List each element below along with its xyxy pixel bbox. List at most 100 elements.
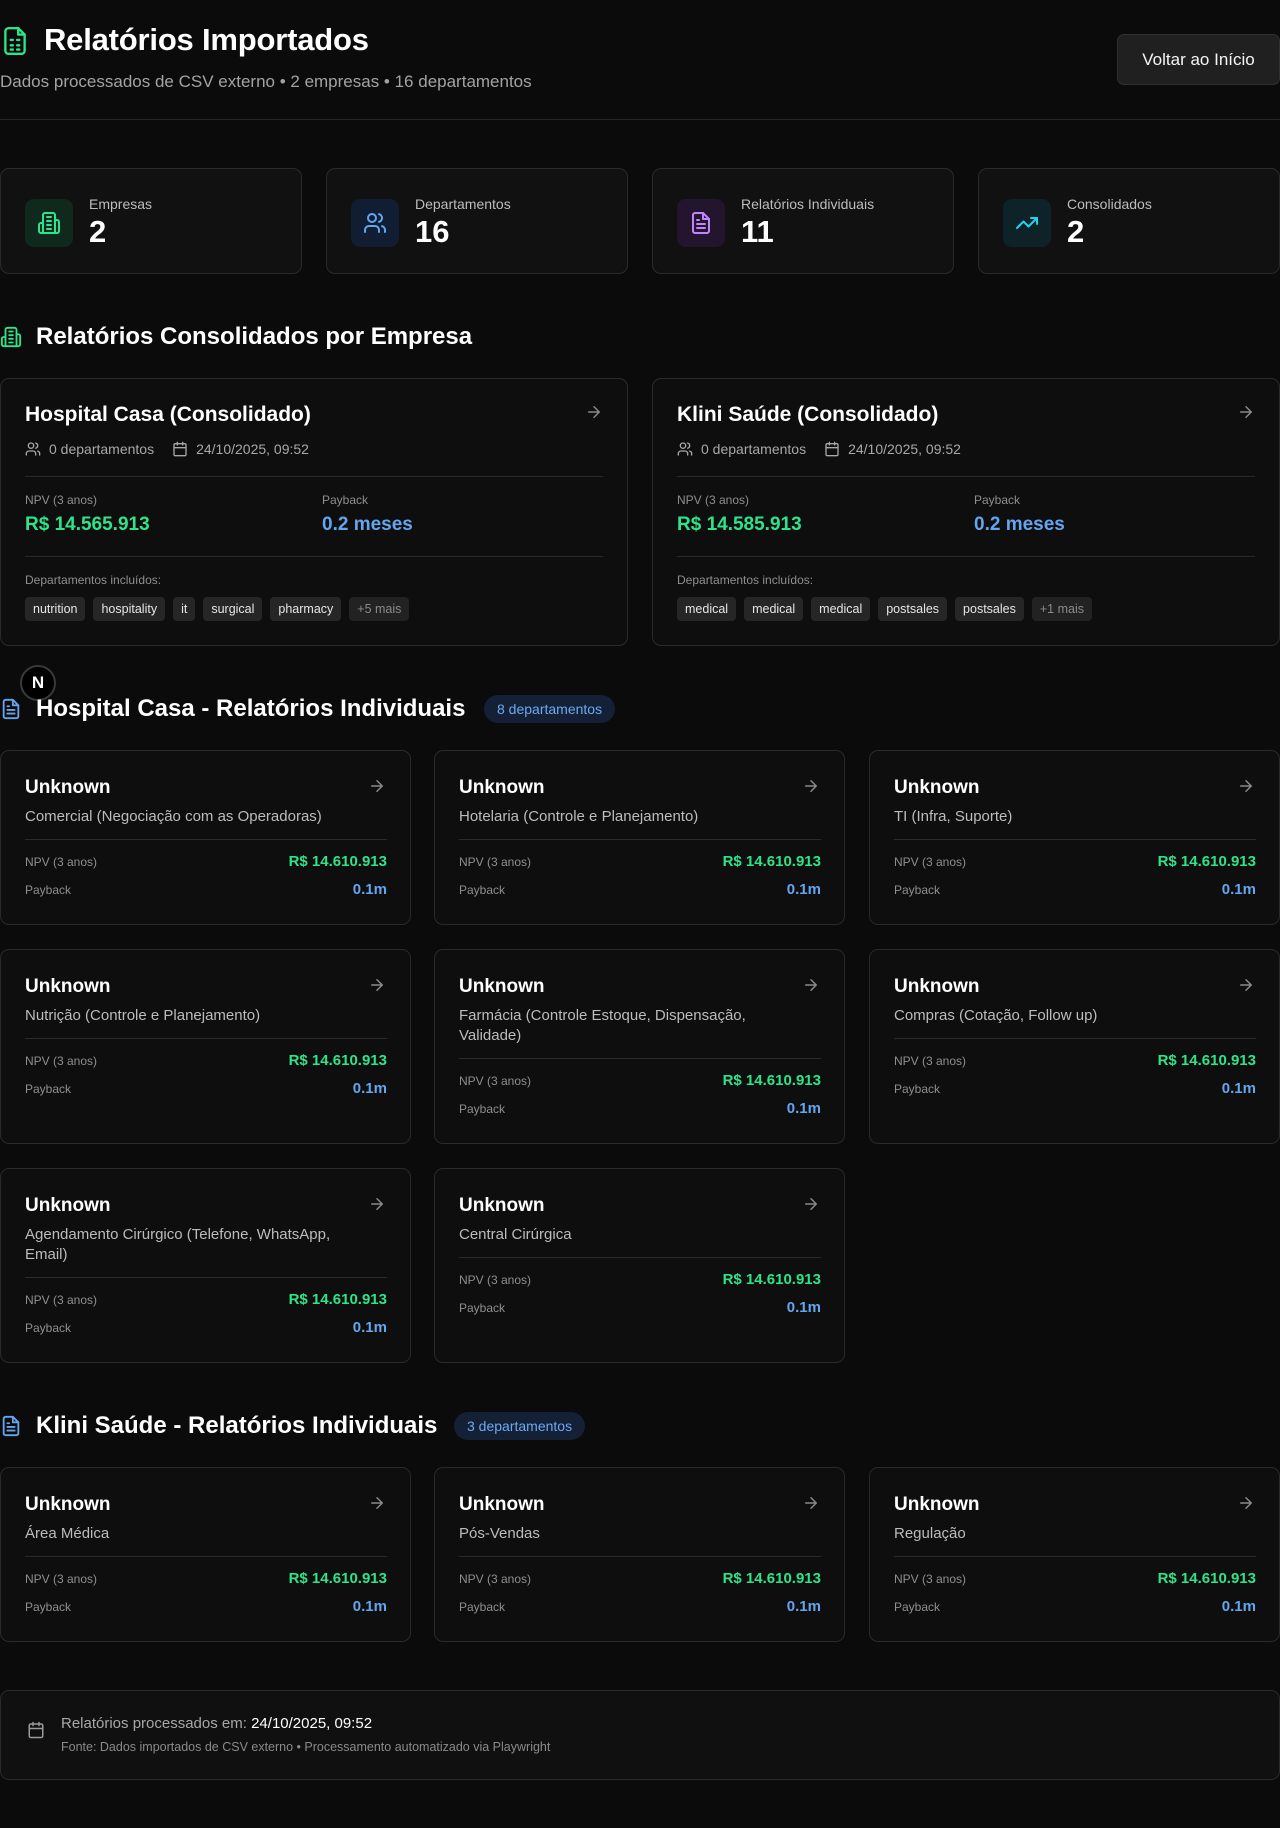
npv-value: R$ 14.610.913 bbox=[288, 1291, 387, 1308]
individual-report-card[interactable]: Unknown Agendamento Cirúrgico (Telefone, … bbox=[0, 1168, 411, 1363]
individual-report-card[interactable]: Unknown Farmácia (Controle Estoque, Dispe… bbox=[434, 949, 845, 1144]
payback-label: Payback bbox=[894, 1599, 941, 1614]
individual-report-card[interactable]: Unknown Área Médica NPV (3 anos) R$ 14.610.… bbox=[0, 1467, 411, 1642]
department-tag: it bbox=[173, 597, 196, 621]
divider bbox=[677, 556, 1255, 557]
payback-row: Payback 0.1m bbox=[25, 881, 387, 898]
department-tag: medical bbox=[744, 597, 804, 621]
department-name: Hotelaria (Controle e Planejamento) bbox=[459, 808, 699, 825]
department-count-badge: 3 departamentos bbox=[454, 1412, 586, 1440]
individual-report-card[interactable]: Unknown Hotelaria (Controle e Planejament… bbox=[434, 750, 845, 925]
npv-value: R$ 14.585.913 bbox=[677, 514, 802, 535]
file-text-icon bbox=[0, 697, 22, 721]
npv-value: R$ 14.610.913 bbox=[722, 1072, 821, 1089]
stat-label: Consolidados bbox=[1067, 196, 1152, 212]
consolidated-card-hospital-casa[interactable]: Hospital Casa (Consolidado) 0 departamen… bbox=[0, 378, 628, 646]
npv-row: NPV (3 anos) R$ 14.610.913 bbox=[459, 853, 821, 870]
department-name: Regulação bbox=[894, 1525, 966, 1542]
npv-value: R$ 14.610.913 bbox=[722, 853, 821, 870]
card-meta: 0 departamentos 24/10/2025, 09:52 bbox=[677, 441, 961, 457]
payback-label: Payback bbox=[459, 1300, 506, 1315]
divider bbox=[25, 476, 603, 477]
processed-info: Relatórios processados em: 24/10/2025, 0… bbox=[61, 1715, 372, 1732]
payback-row: Payback 0.1m bbox=[459, 881, 821, 898]
npv-label: NPV (3 anos) bbox=[894, 1571, 967, 1586]
individual-report-card[interactable]: Unknown Central Cirúrgica NPV (3 anos) R$ 1… bbox=[434, 1168, 845, 1363]
department-name: Área Médica bbox=[25, 1525, 110, 1542]
arrow-right-icon bbox=[585, 403, 603, 421]
divider bbox=[894, 1556, 1256, 1557]
individual-report-card[interactable]: Unknown Regulação NPV (3 anos) R$ 14.610.91… bbox=[869, 1467, 1280, 1642]
report-name: Unknown bbox=[25, 777, 111, 798]
card-date: 24/10/2025, 09:52 bbox=[196, 441, 309, 457]
npv-label: NPV (3 anos) bbox=[894, 854, 967, 869]
source-info: Fonte: Dados importados de CSV externo •… bbox=[61, 1740, 551, 1754]
divider bbox=[677, 476, 1255, 477]
payback-row: Payback 0.1m bbox=[25, 1598, 387, 1615]
department-tag: postsales bbox=[955, 597, 1024, 621]
file-text-icon bbox=[677, 199, 725, 247]
payback-value: 0.1m bbox=[786, 1299, 821, 1316]
department-tag: hospitality bbox=[93, 597, 166, 621]
npv-label: NPV (3 anos) bbox=[459, 1073, 532, 1088]
arrow-right-icon bbox=[368, 1494, 386, 1512]
payback-label: Payback bbox=[459, 1101, 506, 1116]
npv-label: NPV (3 anos) bbox=[25, 1571, 98, 1586]
individual-report-card[interactable]: Unknown Nutrição (Controle e Planejamento… bbox=[0, 949, 411, 1144]
calendar-icon bbox=[27, 1721, 45, 1739]
payback-value: 0.1m bbox=[786, 1100, 821, 1117]
individual-report-card[interactable]: Unknown Comercial (Negociação com as Oper… bbox=[0, 750, 411, 925]
klini-section-title: Klini Saúde - Relatórios Individuais bbox=[36, 1412, 438, 1439]
more-departments-tag: +5 mais bbox=[349, 597, 410, 621]
report-name: Unknown bbox=[459, 976, 545, 997]
calendar-icon bbox=[824, 441, 840, 457]
npv-row: NPV (3 anos) R$ 14.610.913 bbox=[459, 1271, 821, 1288]
department-name: Comercial (Negociação com as Operadoras) bbox=[25, 808, 322, 825]
divider bbox=[25, 839, 387, 840]
department-name: Central Cirúrgica bbox=[459, 1226, 572, 1243]
stat-label: Empresas bbox=[89, 196, 153, 212]
footer-info: Relatórios processados em: 24/10/2025, 0… bbox=[0, 1690, 1280, 1780]
individual-report-card[interactable]: Unknown Compras (Cotação, Follow up) NPV (… bbox=[869, 949, 1280, 1144]
payback-label: Payback bbox=[459, 1599, 506, 1614]
stat-label: Relatórios Individuais bbox=[741, 196, 875, 212]
arrow-right-icon bbox=[1237, 976, 1255, 994]
payback-label: Payback bbox=[25, 1081, 72, 1096]
individual-report-card[interactable]: Unknown TI (Infra, Suporte) NPV (3 anos) R$… bbox=[869, 750, 1280, 925]
department-tag: nutrition bbox=[25, 597, 86, 621]
department-tag: pharmacy bbox=[270, 597, 342, 621]
department-tag: medical bbox=[677, 597, 737, 621]
arrow-right-icon bbox=[368, 1195, 386, 1213]
npv-label: NPV (3 anos) bbox=[25, 854, 98, 869]
npv-label: NPV (3 anos) bbox=[677, 493, 750, 507]
payback-label: Payback bbox=[25, 1320, 72, 1335]
more-departments-tag: +1 mais bbox=[1031, 597, 1092, 621]
department-name: Compras (Cotação, Follow up) bbox=[894, 1007, 1098, 1024]
npv-value: R$ 14.610.913 bbox=[1157, 1570, 1256, 1587]
file-text-icon bbox=[0, 1414, 22, 1438]
card-title: Hospital Casa (Consolidado) bbox=[25, 403, 311, 426]
arrow-right-icon bbox=[368, 976, 386, 994]
stat-card-departments: Departamentos 16 bbox=[326, 168, 628, 274]
department-name: TI (Infra, Suporte) bbox=[894, 808, 1013, 825]
divider bbox=[25, 1556, 387, 1557]
individual-report-card[interactable]: Unknown Pós-Vendas NPV (3 anos) R$ 14.610.9… bbox=[434, 1467, 845, 1642]
users-icon bbox=[677, 441, 693, 457]
payback-value: 0.2 meses bbox=[974, 514, 1065, 535]
department-name: Nutrição (Controle e Planejamento) bbox=[25, 1007, 261, 1024]
consolidated-card-klini-saude[interactable]: Klini Saúde (Consolidado) 0 departamento… bbox=[652, 378, 1280, 646]
header-divider bbox=[0, 119, 1280, 120]
arrow-right-icon bbox=[1237, 403, 1255, 421]
npv-label: NPV (3 anos) bbox=[459, 854, 532, 869]
payback-value: 0.1m bbox=[352, 1080, 387, 1097]
stat-value: 2 bbox=[1067, 214, 1085, 249]
report-name: Unknown bbox=[459, 777, 545, 798]
payback-label: Payback bbox=[974, 493, 1021, 507]
back-to-home-button[interactable]: Voltar ao Início bbox=[1117, 34, 1280, 85]
payback-row: Payback 0.1m bbox=[894, 881, 1256, 898]
payback-label: Payback bbox=[894, 882, 941, 897]
page-title: Relatórios Importados bbox=[44, 22, 369, 57]
npv-value: R$ 14.610.913 bbox=[1157, 1052, 1256, 1069]
report-name: Unknown bbox=[894, 976, 980, 997]
npv-row: NPV (3 anos) R$ 14.610.913 bbox=[459, 1570, 821, 1587]
